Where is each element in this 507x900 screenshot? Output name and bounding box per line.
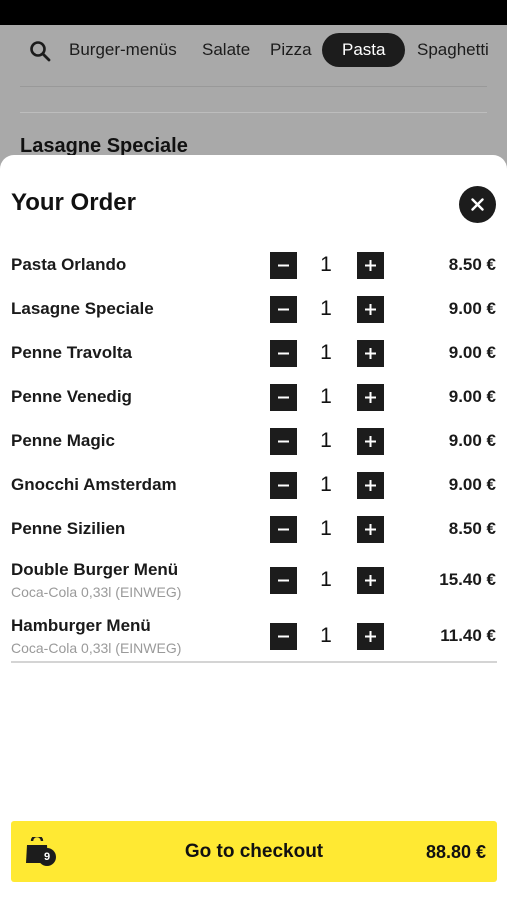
item-name: Penne Travolta: [11, 343, 132, 362]
item-option: Coca-Cola 0,33l (EINWEG): [11, 584, 182, 600]
item-price: 9.00 €: [448, 343, 496, 362]
item-name: Hamburger Menü: [11, 616, 151, 635]
item-name: Lasagne Speciale: [11, 299, 154, 318]
increase-quantity-button[interactable]: [357, 428, 384, 455]
plus-icon: [365, 260, 376, 271]
increase-quantity-button[interactable]: [357, 623, 384, 650]
plus-icon: [365, 524, 376, 535]
decrease-quantity-button[interactable]: [270, 340, 297, 367]
increase-quantity-button[interactable]: [357, 567, 384, 594]
decrease-quantity-button[interactable]: [270, 428, 297, 455]
plus-icon: [365, 575, 376, 586]
item-name: Gnocchi Amsterdam: [11, 475, 177, 494]
close-icon: [471, 198, 484, 211]
sheet-title: Your Order: [11, 189, 136, 216]
order-item-row: Penne Travolta 1 9.00 €: [0, 331, 507, 375]
minus-icon: [278, 484, 289, 487]
item-price: 15.40 €: [439, 570, 496, 589]
minus-icon: [278, 579, 289, 582]
plus-icon: [365, 436, 376, 447]
quantity-value: 1: [320, 473, 332, 496]
increase-quantity-button[interactable]: [357, 472, 384, 499]
increase-quantity-button[interactable]: [357, 384, 384, 411]
order-sheet: Your Order Pasta Orlando 1 8.50 € Lasagne S…: [0, 155, 507, 900]
decrease-quantity-button[interactable]: [270, 252, 297, 279]
increase-quantity-button[interactable]: [357, 252, 384, 279]
order-item-row: Hamburger Menü Coca-Cola 0,33l (EINWEG) 1 1…: [0, 613, 507, 657]
status-bar: [0, 0, 507, 25]
category-spaghetti[interactable]: Spaghetti: [417, 33, 489, 67]
minus-icon: [278, 528, 289, 531]
plus-icon: [365, 392, 376, 403]
minus-icon: [278, 440, 289, 443]
plus-icon: [365, 631, 376, 642]
plus-icon: [365, 480, 376, 491]
item-name: Penne Sizilien: [11, 519, 126, 538]
divider: [20, 86, 487, 87]
decrease-quantity-button[interactable]: [270, 384, 297, 411]
quantity-value: 1: [320, 517, 332, 540]
close-button[interactable]: [459, 186, 496, 223]
quantity-value: 1: [320, 253, 332, 276]
item-name: Double Burger Menü: [11, 560, 179, 579]
minus-icon: [278, 308, 289, 311]
divider: [20, 112, 487, 113]
decrease-quantity-button[interactable]: [270, 623, 297, 650]
minus-icon: [278, 352, 289, 355]
decrease-quantity-button[interactable]: [270, 296, 297, 323]
plus-icon: [365, 348, 376, 359]
list-divider: [11, 661, 497, 663]
item-price: 9.00 €: [448, 431, 496, 450]
order-item-row: Double Burger Menü Coca-Cola 0,33l (EINWE…: [0, 557, 507, 601]
item-price: 9.00 €: [448, 387, 496, 406]
order-item-row: Penne Magic 1 9.00 €: [0, 419, 507, 463]
decrease-quantity-button[interactable]: [270, 472, 297, 499]
checkout-total: 88.80 €: [425, 842, 486, 862]
category-pizza[interactable]: Pizza: [270, 33, 312, 67]
quantity-value: 1: [320, 297, 332, 320]
item-price: 8.50 €: [448, 519, 496, 538]
search-icon[interactable]: [28, 39, 52, 63]
category-pasta[interactable]: Pasta: [322, 33, 406, 67]
quantity-value: 1: [320, 568, 332, 591]
category-burger-menus[interactable]: Burger-menüs: [69, 33, 177, 67]
order-item-row: Gnocchi Amsterdam 1 9.00 €: [0, 463, 507, 507]
minus-icon: [278, 264, 289, 267]
decrease-quantity-button[interactable]: [270, 516, 297, 543]
checkout-button[interactable]: 9 Go to checkout 88.80 €: [11, 821, 497, 882]
increase-quantity-button[interactable]: [357, 296, 384, 323]
item-price: 9.00 €: [448, 475, 496, 494]
item-option: Coca-Cola 0,33l (EINWEG): [11, 640, 182, 656]
order-item-row: Penne Sizilien 1 8.50 €: [0, 507, 507, 551]
order-item-row: Pasta Orlando 1 8.50 €: [0, 243, 507, 287]
category-nav: Burger-menüs Salate Pizza Pasta Spaghett…: [0, 25, 507, 87]
increase-quantity-button[interactable]: [357, 516, 384, 543]
plus-icon: [365, 304, 376, 315]
item-price: 11.40 €: [440, 626, 496, 645]
decrease-quantity-button[interactable]: [270, 567, 297, 594]
item-name: Penne Venedig: [11, 387, 132, 406]
order-item-row: Penne Venedig 1 9.00 €: [0, 375, 507, 419]
checkout-label: Go to checkout: [184, 841, 324, 862]
order-item-row: Lasagne Speciale 1 9.00 €: [0, 287, 507, 331]
quantity-value: 1: [320, 624, 332, 647]
category-salate[interactable]: Salate: [202, 33, 250, 67]
quantity-value: 1: [320, 385, 332, 408]
minus-icon: [278, 396, 289, 399]
item-name: Pasta Orlando: [11, 255, 127, 274]
item-price: 8.50 €: [448, 255, 496, 274]
item-name: Penne Magic: [11, 431, 115, 450]
quantity-value: 1: [320, 341, 332, 364]
increase-quantity-button[interactable]: [357, 340, 384, 367]
quantity-value: 1: [320, 429, 332, 452]
item-price: 9.00 €: [448, 299, 496, 318]
minus-icon: [278, 635, 289, 638]
